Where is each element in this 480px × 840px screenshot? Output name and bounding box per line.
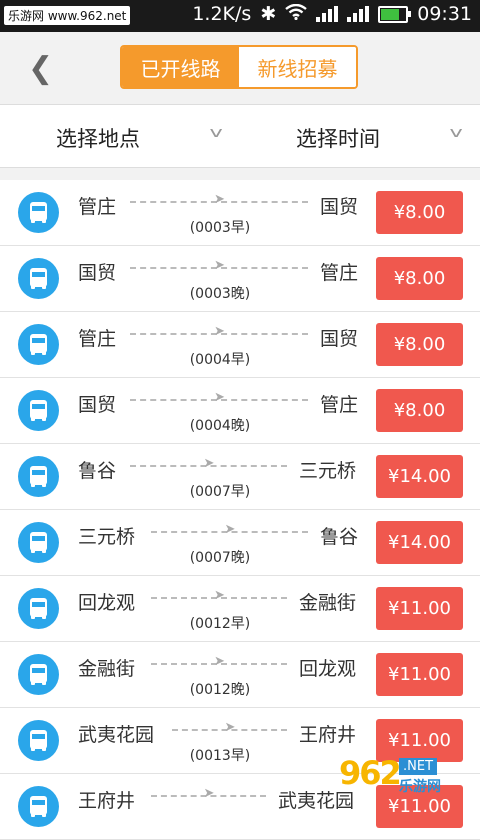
battery-icon: [378, 5, 412, 23]
route-destination: 回龙观: [299, 658, 357, 680]
price-button[interactable]: ¥8.00: [376, 389, 463, 432]
chevron-down-icon[interactable]: v: [450, 125, 463, 141]
arrow-right-icon: ➤: [214, 324, 225, 339]
tab-open-routes[interactable]: 已开线路: [122, 47, 239, 87]
route-origin: 管庄: [78, 328, 117, 350]
bus-icon: [18, 324, 59, 365]
route-destination: 管庄: [320, 262, 359, 284]
arrow-right-icon: ➤: [203, 786, 215, 801]
net-speed: 1.2K/s: [192, 3, 252, 25]
route-row[interactable]: 管庄 ➤ 国贸 (0004早) ¥8.00: [0, 312, 480, 378]
arrow-right-icon: ➤: [214, 390, 225, 405]
arrow-right-icon: ➤: [214, 192, 225, 207]
route-destination: 三元桥: [299, 460, 357, 482]
watermark-name: 乐游网: [399, 779, 441, 795]
route-row[interactable]: 管庄 ➤ 国贸 (0003早) ¥8.00: [0, 180, 480, 246]
route-destination: 管庄: [320, 394, 359, 416]
route-tabs: 已开线路 新线招募: [120, 45, 358, 89]
route-row[interactable]: 回龙观 ➤ 金融街 (0012早) ¥11.00: [0, 576, 480, 642]
route-code: (0012早): [189, 616, 251, 632]
site-label: 乐游网 www.962.net: [4, 6, 131, 25]
route-origin: 回龙观: [78, 592, 136, 614]
price-button[interactable]: ¥11.00: [376, 587, 463, 630]
route-origin: 金融街: [78, 658, 136, 680]
route-origin: 鲁谷: [78, 460, 117, 482]
header: ❮ 已开线路 新线招募: [0, 32, 480, 105]
route-code: (0007早): [189, 484, 251, 500]
route-origin: 管庄: [78, 196, 117, 218]
bus-icon: [18, 720, 59, 761]
arrow-right-icon: ➤: [224, 720, 236, 735]
route-row[interactable]: 国贸 ➤ 管庄 (0003晚) ¥8.00: [0, 246, 480, 312]
bus-icon: [18, 390, 59, 431]
bus-icon: [18, 456, 59, 497]
price-button[interactable]: ¥11.00: [376, 653, 463, 696]
arrow-right-icon: ➤: [214, 258, 225, 273]
route-code: (0003早): [189, 220, 251, 236]
watermark-number: 962: [339, 754, 402, 792]
arrow-right-icon: ➤: [214, 588, 225, 603]
bus-icon: [18, 588, 59, 629]
route-row[interactable]: 鲁谷 ➤ 三元桥 (0007早) ¥14.00: [0, 444, 480, 510]
location-filter[interactable]: 选择地点: [56, 123, 140, 153]
route-row[interactable]: 金融街 ➤ 回龙观 (0012晚) ¥11.00: [0, 642, 480, 708]
filter-bar: 选择地点 v 选择时间 v: [0, 105, 480, 168]
price-button[interactable]: ¥8.00: [376, 323, 463, 366]
bus-icon: [18, 522, 59, 563]
arrow-right-icon: ➤: [203, 456, 215, 471]
route-destination: 国贸: [320, 328, 359, 350]
price-button[interactable]: ¥8.00: [376, 257, 463, 300]
route-list: 管庄 ➤ 国贸 (0003早) ¥8.00 国贸 ➤ 管庄 (0003晚) ¥8.00 管庄 ➤ 国贸 (…: [0, 180, 480, 840]
route-code: (0013早): [189, 748, 251, 764]
price-button[interactable]: ¥14.00: [376, 521, 463, 564]
route-destination: 国贸: [320, 196, 359, 218]
route-destination: 王府井: [299, 724, 357, 746]
route-origin: 三元桥: [78, 526, 136, 548]
bus-icon: [18, 192, 59, 233]
time-filter[interactable]: 选择时间: [296, 123, 380, 153]
tab-new-routes[interactable]: 新线招募: [239, 47, 356, 87]
route-origin: 国贸: [78, 394, 117, 416]
route-code: (0004晚): [189, 418, 251, 434]
route-origin: 武夷花园: [78, 724, 155, 746]
signal-icon: [316, 6, 339, 22]
route-destination: 金融街: [299, 592, 357, 614]
bus-icon: [18, 258, 59, 299]
route-destination: 鲁谷: [320, 526, 359, 548]
clock: 09:31: [417, 3, 472, 25]
signal-icon-2: [347, 6, 370, 22]
arrow-right-icon: ➤: [214, 654, 225, 669]
bus-icon: [18, 786, 59, 827]
watermark-logo: 962 .NET 乐游网: [339, 754, 474, 796]
arrow-right-icon: ➤: [224, 522, 236, 537]
route-code: (0007晚): [189, 550, 251, 566]
watermark-site: .NET: [399, 758, 438, 775]
price-button[interactable]: ¥14.00: [376, 455, 463, 498]
price-button[interactable]: ¥8.00: [376, 191, 463, 234]
chevron-down-icon[interactable]: v: [210, 125, 223, 141]
wifi-icon: [285, 3, 307, 25]
route-code: (0003晚): [189, 286, 251, 302]
route-row[interactable]: 国贸 ➤ 管庄 (0004晚) ¥8.00: [0, 378, 480, 444]
status-bar: 乐游网 www.962.net 1.2K/s ✱ 09:31: [0, 0, 480, 32]
route-code: (0004早): [189, 352, 251, 368]
route-row[interactable]: 三元桥 ➤ 鲁谷 (0007晚) ¥14.00: [0, 510, 480, 576]
status-icons: 1.2K/s ✱ 09:31: [192, 3, 472, 25]
route-origin: 国贸: [78, 262, 117, 284]
bus-icon: [18, 654, 59, 695]
bluetooth-icon: ✱: [260, 3, 277, 25]
back-icon[interactable]: ❮: [28, 54, 53, 84]
route-code: (0012晚): [189, 682, 251, 698]
